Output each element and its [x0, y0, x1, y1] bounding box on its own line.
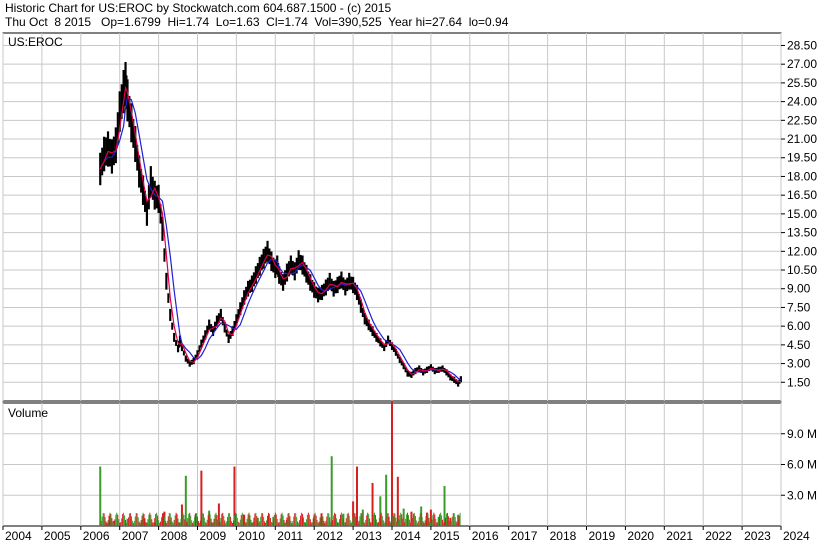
- year-tick-label: 2022: [705, 529, 732, 543]
- year-tick-label: 2015: [433, 529, 460, 543]
- year-tick-label: 2019: [589, 529, 616, 543]
- year-tick-label: 2004: [5, 529, 32, 543]
- year-tick-label: 2024: [783, 529, 810, 543]
- stock-chart: 28.50 27.00 25.50 24.00 22.50 21.00 19.50 18.00…: [2, 32, 817, 543]
- price-tick-label: 3.00: [787, 357, 811, 371]
- volume-label: Volume: [8, 406, 48, 420]
- price-tick-label: 6.00: [787, 319, 811, 333]
- year-tick-label: 2017: [511, 529, 538, 543]
- price-bars: [99, 61, 462, 387]
- year-tick-label: 2010: [238, 529, 265, 543]
- year-tick-label: 2011: [277, 529, 303, 543]
- symbol-label: US:EROC: [8, 35, 63, 49]
- price-tick-label: 19.50: [787, 151, 817, 165]
- year-tick-label: 2021: [666, 529, 693, 543]
- year-tick-label: 2006: [83, 529, 110, 543]
- price-tick-label: 4.50: [787, 338, 811, 352]
- price-tick-label: 10.50: [787, 263, 817, 277]
- volume-tick-label: 6.0 M: [787, 458, 817, 472]
- price-tick-label: 16.50: [787, 188, 817, 202]
- price-tick-label: 25.50: [787, 76, 817, 90]
- price-tick-label: 13.50: [787, 226, 817, 240]
- price-tick-label: 7.50: [787, 300, 811, 314]
- volume-tick-label: 9.0 M: [787, 427, 817, 441]
- price-tick-label: 21.00: [787, 132, 817, 146]
- price-tick-label: 22.50: [787, 113, 817, 127]
- price-tick-label: 24.00: [787, 95, 817, 109]
- price-axis: 28.50 27.00 25.50 24.00 22.50 21.00 19.50 18.00…: [781, 38, 817, 389]
- volume-axis: 9.0 M 6.0 M 3.0 M: [781, 427, 817, 502]
- year-tick-label: 2018: [550, 529, 577, 543]
- year-tick-label: 2014: [394, 529, 421, 543]
- year-tick-label: 2012: [316, 529, 343, 543]
- price-tick-label: 1.50: [787, 375, 811, 389]
- price-tick-label: 18.00: [787, 169, 817, 183]
- year-tick-label: 2005: [44, 529, 71, 543]
- price-tick-label: 12.00: [787, 244, 817, 258]
- volume-bars: [99, 400, 461, 526]
- short-moving-average-line: [99, 85, 461, 383]
- volume-tick-label: 3.0 M: [787, 488, 817, 502]
- year-tick-label: 2016: [472, 529, 499, 543]
- year-tick-label: 2007: [122, 529, 149, 543]
- year-tick-label: 2020: [627, 529, 654, 543]
- price-tick-label: 27.00: [787, 57, 817, 71]
- price-tick-label: 9.00: [787, 282, 811, 296]
- year-tick-label: 2023: [744, 529, 771, 543]
- price-tick-label: 15.00: [787, 207, 817, 221]
- year-tick-label: 2013: [355, 529, 382, 543]
- year-tick-label: 2009: [200, 529, 227, 543]
- year-axis: 2004 2005 2006 2007 2008 2009 2010 2011 2012 2013…: [2, 526, 810, 543]
- year-tick-label: 2008: [161, 529, 188, 543]
- price-tick-label: 28.50: [787, 38, 817, 52]
